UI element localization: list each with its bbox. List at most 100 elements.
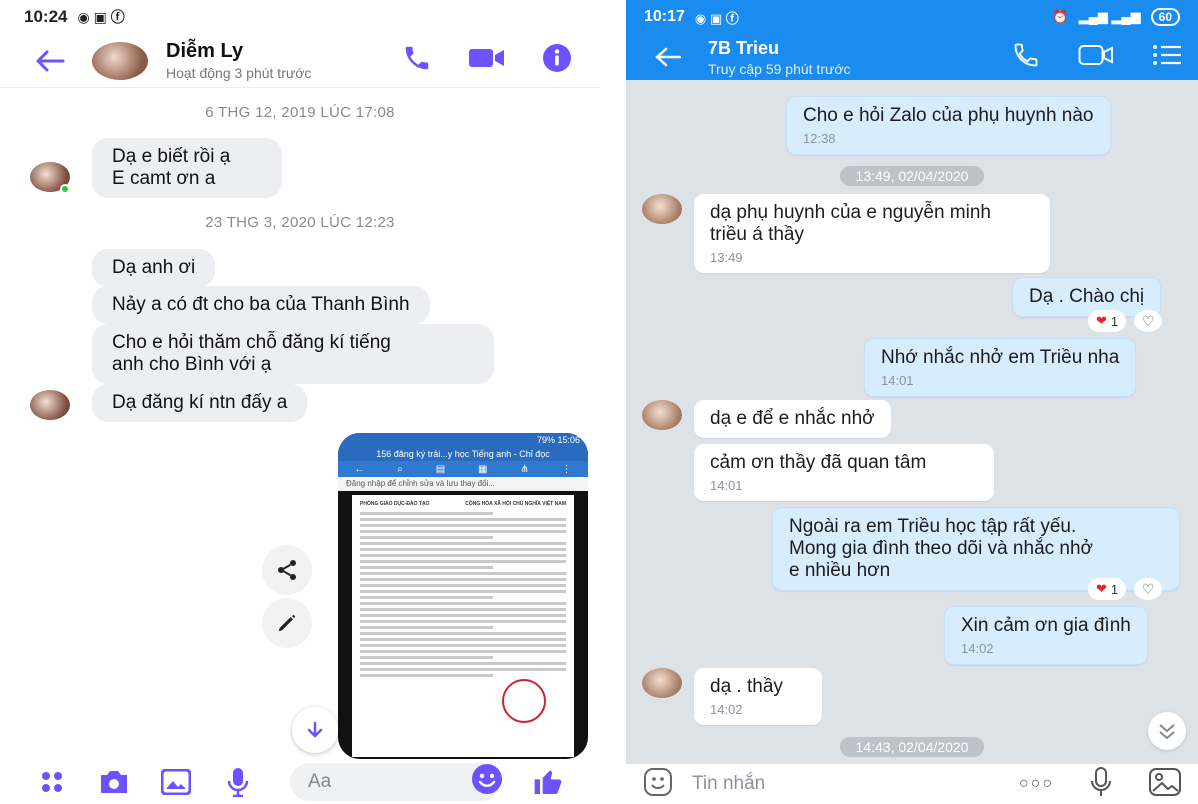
image-status-bar: 79% 15:06 bbox=[338, 433, 588, 447]
video-call-icon[interactable] bbox=[468, 45, 506, 76]
input-placeholder: Aa bbox=[308, 771, 332, 792]
phone-icon[interactable] bbox=[402, 43, 432, 78]
reaction-count[interactable]: ❤ 1 bbox=[1088, 310, 1127, 332]
message-text: Nhớ nhắc nhở em Triều nha bbox=[881, 347, 1120, 368]
doc-header-left: PHÒNG GIÁO DỤC-ĐÀO TẠO bbox=[360, 501, 430, 507]
menu-list-icon[interactable] bbox=[1152, 43, 1182, 72]
divider bbox=[600, 0, 626, 804]
reaction-count[interactable]: ❤ 1 bbox=[1088, 578, 1127, 600]
more-icon[interactable]: ○○○ bbox=[1019, 775, 1054, 793]
composer-bar: Aa bbox=[0, 760, 600, 804]
message-bubble[interactable]: cảm ơn thầy đã quan tâm 14:01 bbox=[694, 444, 994, 501]
shared-image-message[interactable]: 79% 15:06 156 đăng ký trải...y học Tiếng… bbox=[338, 433, 588, 759]
double-chevron-down-icon bbox=[1159, 724, 1175, 740]
edit-button[interactable] bbox=[262, 598, 312, 648]
message-bubble[interactable]: Dạ e biết rồi ạ E camt ơn a bbox=[92, 138, 282, 198]
date-separator: 14:43, 02/04/2020 bbox=[626, 737, 1198, 757]
contact-name: Diễm Ly bbox=[166, 40, 244, 62]
messenger-screen: 10:24 ◉ ▣ ⓕ ⏰ ▂▄▆ ▂▄▆ 58 Diễm Ly Hoạt độ… bbox=[0, 0, 600, 804]
image-toolbar: ← ⌕ ▤ ▦ ⋔ ⋮ bbox=[338, 461, 588, 477]
emoji-icon[interactable] bbox=[470, 762, 504, 802]
timestamp: 23 THG 3, 2020 LÚC 12:23 bbox=[205, 214, 395, 231]
message-text: cảm ơn thầy đã quan tâm bbox=[710, 452, 927, 473]
status-time: 10:24 bbox=[24, 7, 68, 26]
image-icon[interactable] bbox=[1148, 767, 1182, 802]
arrow-down-icon bbox=[307, 721, 323, 738]
message-time: 14:02 bbox=[710, 702, 743, 717]
scroll-down-button[interactable] bbox=[1148, 712, 1186, 750]
video-call-icon[interactable] bbox=[1078, 43, 1114, 72]
message-bubble[interactable]: dạ . thầy 14:02 bbox=[694, 668, 822, 725]
message-text: Xin cảm ơn gia đình bbox=[961, 615, 1131, 636]
composer-bar: Tin nhắn ○○○ bbox=[626, 764, 1198, 804]
message-text: Cho e hỏi thăm chỗ đăng kí tiếng bbox=[112, 332, 391, 353]
back-arrow-icon[interactable] bbox=[30, 41, 70, 81]
avatar bbox=[30, 390, 70, 420]
signal-icon: ▂▄▆ ▂▄▆ bbox=[1078, 9, 1141, 24]
message-bubble[interactable]: Nhớ nhắc nhở em Triều nha 14:01 bbox=[864, 338, 1137, 397]
thumbs-up-icon[interactable] bbox=[532, 766, 564, 798]
pencil-icon bbox=[278, 614, 296, 632]
heart-outline-icon[interactable]: ♡ bbox=[1134, 310, 1163, 332]
message-text: E camt ơn a bbox=[112, 168, 216, 189]
message-time: 14:01 bbox=[710, 478, 743, 493]
message-bubble[interactable]: Cho e hỏi Zalo của phụ huynh nào 12:38 bbox=[786, 96, 1111, 155]
status-bar: 10:17 ◉ ▣ ⓕ ⏰ ▂▄▆ ▂▄▆ 60 bbox=[626, 0, 1198, 34]
message-text: dạ e để e nhắc nhở bbox=[710, 408, 875, 429]
heart-outline-icon[interactable]: ♡ bbox=[1134, 578, 1163, 600]
message-text: anh cho Bình với ạ bbox=[112, 354, 272, 375]
message-text: triều á thầy bbox=[710, 224, 804, 245]
message-input[interactable]: Tin nhắn bbox=[692, 773, 765, 795]
message-time: 13:49 bbox=[710, 250, 743, 265]
scroll-down-button[interactable] bbox=[292, 707, 338, 753]
contact-status: Hoạt động 3 phút trước bbox=[166, 65, 312, 81]
contact-name: 7B Trieu bbox=[708, 37, 780, 58]
message-bubble[interactable]: Xin cảm ơn gia đình 14:02 bbox=[944, 606, 1148, 665]
message-text: Dạ đăng kí ntn đấy a bbox=[112, 392, 288, 413]
message-time: 14:02 bbox=[961, 641, 994, 656]
screenshot-collage: 10:24 ◉ ▣ ⓕ ⏰ ▂▄▆ ▂▄▆ 58 Diễm Ly Hoạt độ… bbox=[0, 0, 1198, 804]
back-arrow-icon[interactable] bbox=[646, 39, 690, 75]
message-input[interactable]: Aa bbox=[290, 763, 502, 801]
message-bubble[interactable]: dạ e để e nhắc nhở bbox=[694, 400, 891, 438]
avatar[interactable] bbox=[92, 41, 148, 80]
microphone-icon[interactable] bbox=[222, 766, 254, 798]
message-time: 14:01 bbox=[881, 373, 914, 388]
timestamp: 6 THG 12, 2019 LÚC 17:08 bbox=[205, 104, 395, 121]
doc-header-right: CỘNG HÒA XÃ HỘI CHỦ NGHĨA VIỆT NAM bbox=[465, 501, 566, 507]
camera-icon[interactable] bbox=[98, 766, 130, 798]
menu-dots-icon[interactable] bbox=[36, 766, 68, 798]
message-text: Dạ anh ơi bbox=[112, 257, 196, 278]
message-bubble[interactable]: Cho e hỏi thăm chỗ đăng kí tiếng anh cho… bbox=[92, 324, 494, 384]
message-time: 12:38 bbox=[803, 131, 836, 146]
alarm-icon: ⏰ bbox=[1052, 9, 1069, 24]
contact-info[interactable]: Diễm Ly Hoạt động 3 phút trước bbox=[166, 40, 311, 81]
avatar bbox=[642, 400, 682, 430]
message-bubble[interactable]: dạ phụ huynh của e nguyễn minh triều á t… bbox=[694, 194, 1050, 273]
avatar bbox=[642, 194, 682, 224]
message-text: Dạ e biết rồi ạ bbox=[112, 146, 231, 167]
message-text: Mong gia đình theo dõi và nhắc nhở bbox=[789, 538, 1094, 559]
conversation-header: Diễm Ly Hoạt động 3 phút trước bbox=[0, 34, 600, 88]
online-indicator bbox=[60, 184, 70, 194]
sticker-icon[interactable] bbox=[642, 766, 674, 803]
date-separator: 13:49, 02/04/2020 bbox=[626, 166, 1198, 186]
notification-icons: ◉ ▣ ⓕ bbox=[77, 9, 125, 25]
reaction-bar: ❤ 1 ♡ bbox=[1088, 578, 1163, 600]
message-text: Nảy a có đt cho ba của Thanh Bình bbox=[112, 294, 410, 315]
notification-icons: ◉ ▣ ⓕ bbox=[694, 10, 739, 26]
phone-icon[interactable] bbox=[1012, 41, 1040, 74]
gallery-icon[interactable] bbox=[160, 766, 192, 798]
microphone-icon[interactable] bbox=[1090, 766, 1112, 802]
heart-icon: ❤ bbox=[1096, 313, 1107, 328]
message-bubble[interactable]: Nảy a có đt cho ba của Thanh Bình bbox=[92, 286, 430, 324]
message-bubble[interactable]: Dạ đăng kí ntn đấy a bbox=[92, 384, 308, 422]
message-bubble[interactable]: Dạ anh ơi bbox=[92, 249, 216, 287]
contact-info[interactable]: 7B Trieu Truy cập 59 phút trước bbox=[708, 38, 851, 77]
conversation-header: 10:17 ◉ ▣ ⓕ ⏰ ▂▄▆ ▂▄▆ 60 7B Trieu Truy c… bbox=[626, 0, 1198, 80]
info-icon[interactable] bbox=[542, 43, 572, 78]
stamp-seal bbox=[502, 679, 546, 723]
battery-indicator: 60 bbox=[1150, 8, 1180, 26]
share-button[interactable] bbox=[262, 545, 312, 595]
status-time: 10:17 bbox=[644, 8, 685, 25]
